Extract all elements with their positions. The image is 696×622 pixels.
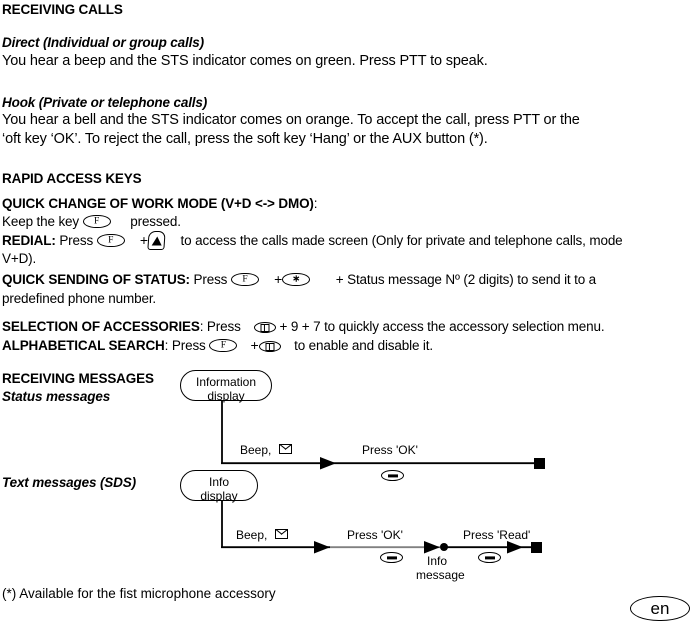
quick-status-plus: + (274, 271, 283, 287)
redial-pre: Press (59, 233, 94, 248)
soft-key-icon (478, 552, 501, 563)
status-flow-end-state (534, 458, 545, 469)
sds-info-message-junction (440, 543, 448, 551)
alphabetical-pre: Press (171, 338, 206, 353)
book-glyph (260, 323, 270, 332)
node-information-display-line1: Information (195, 375, 257, 389)
f-key-label: F (220, 339, 226, 350)
f-key-icon: F (82, 215, 111, 228)
status-beep-label: Beep, (240, 443, 272, 457)
alphabetical-colon: : (164, 338, 169, 353)
accessories-label: SELECTION OF ACCESSORIES (2, 319, 200, 334)
alphabetical-post: to enable and disable it. (294, 338, 433, 353)
triangle-glyph (151, 236, 162, 245)
quick-status-post: + Status message Nº (2 digits) to send i… (335, 272, 597, 287)
book-glyph (265, 342, 275, 351)
node-info-display-line1: Info (208, 475, 229, 489)
f-key-label: F (108, 234, 114, 245)
sds-flow-end-state (531, 542, 542, 553)
alphabetical-plus: + (250, 337, 259, 353)
hook-body-line1: You hear a bell and the STS indicator co… (2, 112, 580, 128)
language-badge: en (630, 596, 690, 621)
rapid-access-keys-heading: RAPID ACCESS KEYS (2, 171, 142, 186)
status-press-ok-label: Press 'OK' (362, 443, 418, 457)
envelope-icon (275, 529, 288, 539)
quick-status-line: QUICK SENDING OF STATUS: Press F + ∗ + St… (2, 271, 596, 289)
accessories-line: SELECTION OF ACCESSORIES: Press + 9 + 7 … (2, 318, 605, 336)
quick-change-label: QUICK CHANGE OF WORK MODE (V+D <-> DMO) (2, 196, 314, 211)
manual-page: RECEIVING CALLS Direct (Individual or gr… (0, 0, 696, 622)
star-key-icon: ∗ (282, 273, 311, 286)
alphabetical-label: ALPHABETICAL SEARCH (2, 338, 165, 353)
quick-change-line: QUICK CHANGE OF WORK MODE (V+D <-> DMO): (2, 195, 318, 213)
accessories-post: + 9 + 7 to quickly access the accessory … (279, 319, 605, 334)
redial-line2: V+D). (2, 251, 37, 266)
hook-body-line2: ‘oft key ‘OK’. To reject the call, press… (2, 131, 488, 147)
f-key-icon: F (96, 234, 125, 247)
quick-change-colon: : (313, 196, 318, 211)
direct-subheading: Direct (Individual or group calls) (2, 35, 204, 50)
sds-beep-label: Beep, (236, 528, 268, 542)
message-flow-diagram: Information display Info display Beep, P… (0, 360, 696, 600)
f-key-icon: F (230, 273, 259, 286)
quick-status-label: QUICK SENDING OF STATUS: (2, 272, 190, 287)
book-key-icon (258, 341, 281, 352)
node-information-display-line2: display (207, 389, 245, 403)
f-key-label: F (94, 215, 100, 226)
quick-change-post: pressed. (130, 214, 181, 229)
sds-info-message-line2: message (416, 568, 465, 582)
f-key-label: F (242, 273, 248, 284)
quick-status-pre: Press (193, 272, 228, 287)
footnote: (*) Available for the fist microphone ac… (2, 586, 276, 601)
sds-press-read-label: Press 'Read' (463, 528, 531, 542)
book-key-icon (253, 322, 276, 333)
star-key-label: ∗ (292, 273, 301, 284)
up-triangle-key-icon (147, 231, 166, 250)
direct-body: You hear a beep and the STS indicator co… (2, 53, 488, 69)
sds-press-ok-label: Press 'OK' (347, 528, 403, 542)
hook-subheading: Hook (Private or telephone calls) (2, 95, 208, 110)
receiving-calls-heading: RECEIVING CALLS (2, 2, 123, 17)
redial-line: REDIAL: Press F + to access the calls ma… (2, 231, 623, 250)
node-info-display: Info display (180, 470, 258, 503)
soft-key-icon (380, 552, 403, 563)
redial-post: to access the calls made screen (Only fo… (180, 233, 623, 248)
f-key-icon: F (209, 339, 238, 352)
quick-status-line2: predefined phone number. (2, 291, 157, 306)
alphabetical-line: ALPHABETICAL SEARCH: Press F + to enable… (2, 337, 433, 355)
accessories-colon: : (199, 319, 204, 334)
node-info-display-line2: display (200, 489, 238, 503)
envelope-icon (279, 444, 292, 454)
redial-label: REDIAL: (2, 233, 56, 248)
sds-info-message-line1: Info (427, 554, 448, 568)
quick-change-pre: Keep the key (2, 214, 80, 229)
accessories-pre: Press (206, 319, 241, 334)
soft-key-icon (381, 470, 404, 481)
flow-connectors (221, 400, 538, 554)
node-information-display: Information display (180, 370, 272, 403)
quick-change-instruction: Keep the key F pressed. (2, 213, 181, 231)
